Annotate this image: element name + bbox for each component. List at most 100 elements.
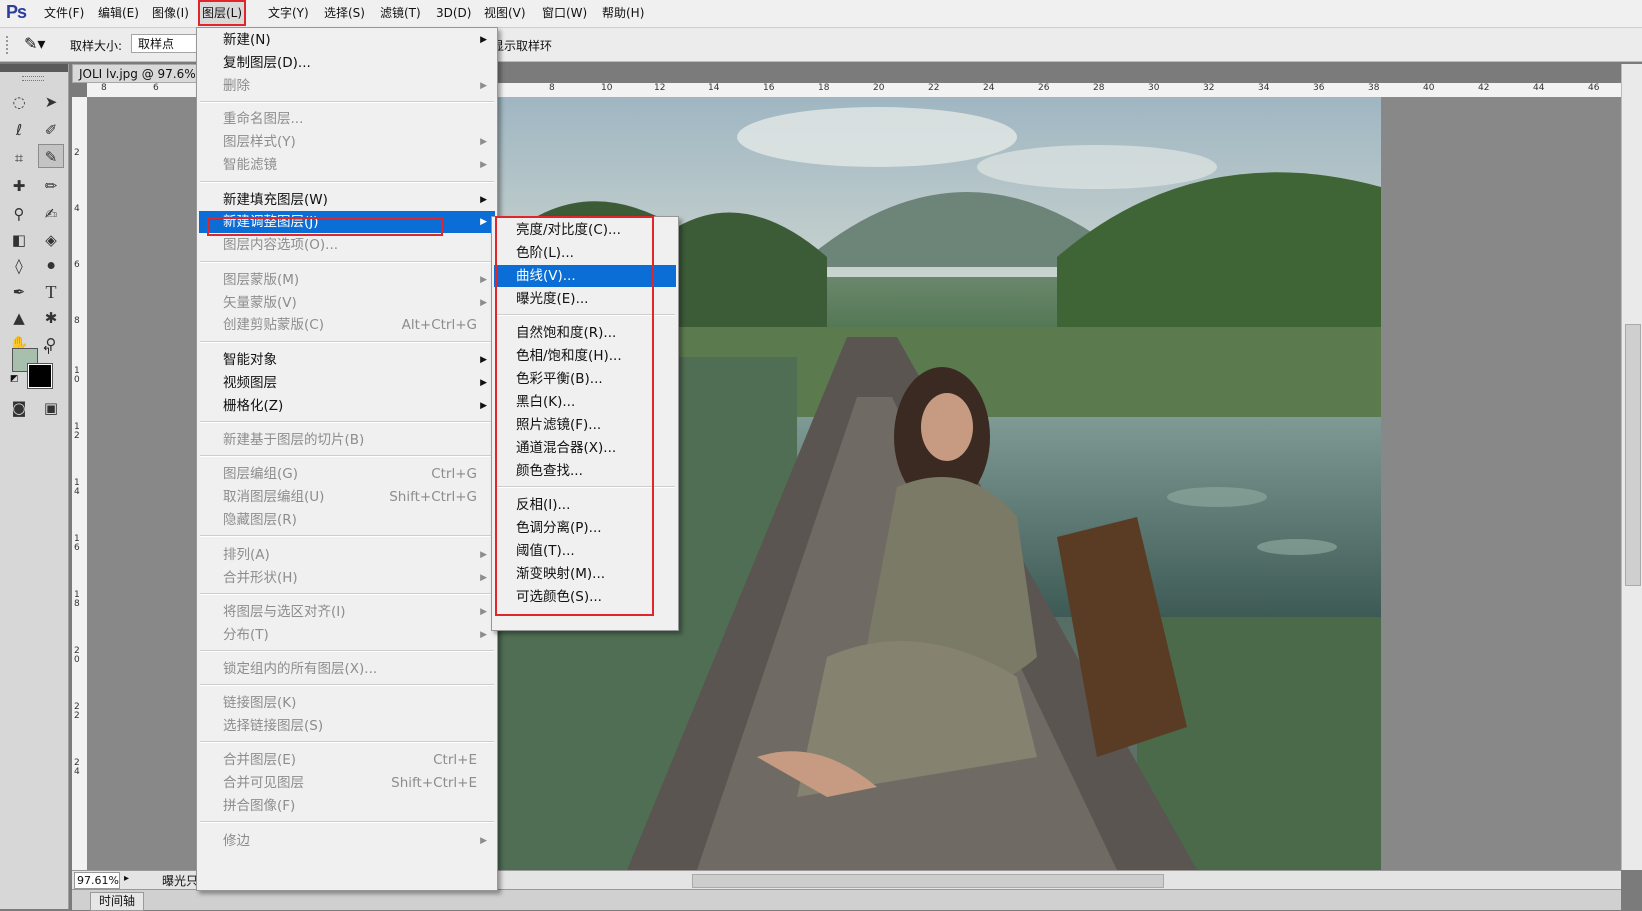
menu-item-flatten-image[interactable]: 拼合图像(F) bbox=[199, 795, 495, 817]
ruler-tick: 46 bbox=[1588, 83, 1600, 93]
menu-item-group-layers[interactable]: 图层编组(G) Ctrl+G bbox=[199, 463, 495, 485]
lasso-tool-icon[interactable]: ℓ bbox=[6, 118, 32, 142]
zoom-field[interactable]: 97.61% bbox=[74, 872, 120, 889]
quick-selection-tool-icon[interactable]: ✐ bbox=[38, 118, 64, 142]
menu-item-merge-layers[interactable]: 合并图层(E) Ctrl+E bbox=[199, 749, 495, 771]
menu-item-smart-filter[interactable]: 智能滤镜 ▶ bbox=[199, 154, 495, 176]
timeline-panel: 时间轴 bbox=[72, 889, 1621, 911]
menu-item-color-balance[interactable]: 色彩平衡(B)... bbox=[494, 368, 676, 390]
menu-item-distribute[interactable]: 分布(T) ▶ bbox=[199, 624, 495, 646]
eraser-tool-icon[interactable]: ◧ bbox=[6, 228, 32, 252]
menu-item-align-layers-to-selection[interactable]: 将图层与选区对齐(I) ▶ bbox=[199, 601, 495, 623]
menu-item-selective-color[interactable]: 可选颜色(S)... bbox=[494, 586, 676, 608]
menu-item-hue-saturation[interactable]: 色相/饱和度(H)... bbox=[494, 345, 676, 367]
menu-item-video-layer[interactable]: 视频图层 ▶ bbox=[199, 372, 495, 394]
menu-item-hide-layers[interactable]: 隐藏图层(R) bbox=[199, 509, 495, 531]
menu-item-color-lookup[interactable]: 颜色查找... bbox=[494, 460, 676, 482]
menu-item-smart-object[interactable]: 智能对象 ▶ bbox=[199, 349, 495, 371]
menu-item-black-white[interactable]: 黑白(K)... bbox=[494, 391, 676, 413]
menu-item-layer-content-options[interactable]: 图层内容选项(O)... bbox=[199, 234, 495, 256]
menu-item-delete[interactable]: 删除 ▶ bbox=[199, 75, 495, 97]
menu-item-matting[interactable]: 修边 ▶ bbox=[199, 830, 495, 852]
menu-item-lock-all-layers-in-group[interactable]: 锁定组内的所有图层(X)... bbox=[199, 658, 495, 680]
brush-tool-icon[interactable]: ✏ bbox=[38, 174, 64, 198]
eyedropper-tool-icon[interactable]: ✎ bbox=[38, 144, 64, 168]
sample-size-select[interactable]: 取样点 bbox=[131, 34, 205, 53]
menu-item-select-linked-layers[interactable]: 选择链接图层(S) bbox=[199, 715, 495, 737]
menu-item-create-clipping-mask[interactable]: 创建剪贴蒙版(C) Alt+Ctrl+G bbox=[199, 314, 495, 336]
menu-image[interactable]: 图像(I) bbox=[148, 0, 193, 26]
screen-mode-icon[interactable]: ▣ bbox=[38, 396, 64, 420]
menu-item-combine-shapes[interactable]: 合并形状(H) ▶ bbox=[199, 567, 495, 589]
menu-select[interactable]: 选择(S) bbox=[320, 0, 369, 26]
ruler-tick: 8 bbox=[101, 83, 107, 93]
ruler-tick: 34 bbox=[1258, 83, 1270, 93]
menu-item-curves[interactable]: 曲线(V)... bbox=[494, 265, 676, 287]
menu-item-new-adjustment-layer[interactable]: 新建调整图层(J) ▶ bbox=[199, 211, 495, 233]
path-selection-tool-icon[interactable]: ▲ bbox=[6, 306, 32, 330]
menu-item-new[interactable]: 新建(N) ▶ bbox=[199, 29, 495, 51]
background-color-swatch[interactable] bbox=[27, 363, 53, 389]
menu-item-vibrance[interactable]: 自然饱和度(R)... bbox=[494, 322, 676, 344]
menu-item-threshold[interactable]: 阈值(T)... bbox=[494, 540, 676, 562]
menu-item-gradient-map[interactable]: 渐变映射(M)... bbox=[494, 563, 676, 585]
scrollbar-thumb[interactable] bbox=[1625, 324, 1641, 586]
swap-colors-icon[interactable]: ↰ bbox=[42, 344, 51, 357]
timeline-tab[interactable]: 时间轴 bbox=[90, 892, 145, 911]
show-sampling-ring-label[interactable]: 显示取样环 bbox=[492, 37, 552, 54]
custom-shape-tool-icon[interactable]: ✱ bbox=[38, 306, 64, 330]
menu-item-photo-filter[interactable]: 照片滤镜(F)... bbox=[494, 414, 676, 436]
menu-item-layer-style[interactable]: 图层样式(Y) ▶ bbox=[199, 131, 495, 153]
pen-tool-icon[interactable]: ✒ bbox=[6, 280, 32, 304]
tools-grip[interactable] bbox=[22, 76, 44, 81]
default-colors-icon[interactable]: ◩ bbox=[10, 374, 19, 384]
menu-separator bbox=[200, 593, 494, 595]
menu-layer[interactable]: 图层(L) bbox=[198, 0, 247, 26]
healing-brush-tool-icon[interactable]: ✚ bbox=[6, 174, 32, 198]
menu-file[interactable]: 文件(F) bbox=[40, 0, 88, 26]
menu-item-channel-mixer[interactable]: 通道混合器(X)... bbox=[494, 437, 676, 459]
ruler-tick: 6 bbox=[153, 83, 159, 93]
menu-item-rasterize[interactable]: 栅格化(Z) ▶ bbox=[199, 395, 495, 417]
menu-item-link-layers[interactable]: 链接图层(K) bbox=[199, 692, 495, 714]
move-tool-icon[interactable]: ➤ bbox=[38, 90, 64, 114]
menu-item-posterize[interactable]: 色调分离(P)... bbox=[494, 517, 676, 539]
menu-item-ungroup-layers[interactable]: 取消图层编组(U) Shift+Ctrl+G bbox=[199, 486, 495, 508]
menu-item-levels[interactable]: 色阶(L)... bbox=[494, 242, 676, 264]
menu-type[interactable]: 文字(Y) bbox=[264, 0, 313, 26]
menu-view[interactable]: 视图(V) bbox=[480, 0, 530, 26]
eyedropper-preset-icon[interactable]: ✎▾ bbox=[24, 34, 45, 53]
tools-panel-header[interactable] bbox=[0, 64, 68, 72]
menu-help[interactable]: 帮助(H) bbox=[598, 0, 648, 26]
history-brush-tool-icon[interactable]: ✍ bbox=[38, 202, 64, 226]
menu-item-new-layer-based-slice[interactable]: 新建基于图层的切片(B) bbox=[199, 429, 495, 451]
menu-item-invert[interactable]: 反相(I)... bbox=[494, 494, 676, 516]
status-menu-icon[interactable]: ▸ bbox=[124, 873, 129, 884]
menu-item-brightness-contrast[interactable]: 亮度/对比度(C)... bbox=[494, 219, 676, 241]
menu-item-rename-layer[interactable]: 重命名图层... bbox=[199, 108, 495, 130]
menu-item-arrange[interactable]: 排列(A) ▶ bbox=[199, 544, 495, 566]
options-grip[interactable] bbox=[6, 36, 14, 54]
quick-mask-icon[interactable]: ◙ bbox=[6, 396, 32, 420]
menu-window[interactable]: 窗口(W) bbox=[538, 0, 591, 26]
menu-separator bbox=[200, 650, 494, 652]
menu-edit[interactable]: 编辑(E) bbox=[94, 0, 143, 26]
menu-3d[interactable]: 3D(D) bbox=[432, 0, 475, 26]
crop-tool-icon[interactable]: ⌗ bbox=[6, 146, 32, 170]
horizontal-scrollbar-thumb[interactable] bbox=[692, 874, 1164, 888]
menu-item-duplicate-layer[interactable]: 复制图层(D)... bbox=[199, 52, 495, 74]
menu-item-layer-mask[interactable]: 图层蒙版(M) ▶ bbox=[199, 269, 495, 291]
vertical-scrollbar[interactable] bbox=[1621, 64, 1642, 870]
marquee-tool-icon[interactable]: ◌ bbox=[6, 90, 32, 114]
clone-stamp-tool-icon[interactable]: ⚲ bbox=[6, 202, 32, 226]
blur-tool-icon[interactable]: ◊ bbox=[6, 254, 32, 278]
menu-item-exposure[interactable]: 曝光度(E)... bbox=[494, 288, 676, 310]
dodge-tool-icon[interactable]: ⚫ bbox=[38, 254, 64, 278]
ruler-tick: 16 bbox=[763, 83, 775, 93]
menu-filter[interactable]: 滤镜(T) bbox=[376, 0, 425, 26]
menu-item-merge-visible[interactable]: 合并可见图层 Shift+Ctrl+E bbox=[199, 772, 495, 794]
paint-bucket-tool-icon[interactable]: ◈ bbox=[38, 228, 64, 252]
type-tool-icon[interactable]: T bbox=[38, 280, 64, 304]
menu-item-new-fill-layer[interactable]: 新建填充图层(W) ▶ bbox=[199, 189, 495, 211]
menu-item-vector-mask[interactable]: 矢量蒙版(V) ▶ bbox=[199, 292, 495, 314]
